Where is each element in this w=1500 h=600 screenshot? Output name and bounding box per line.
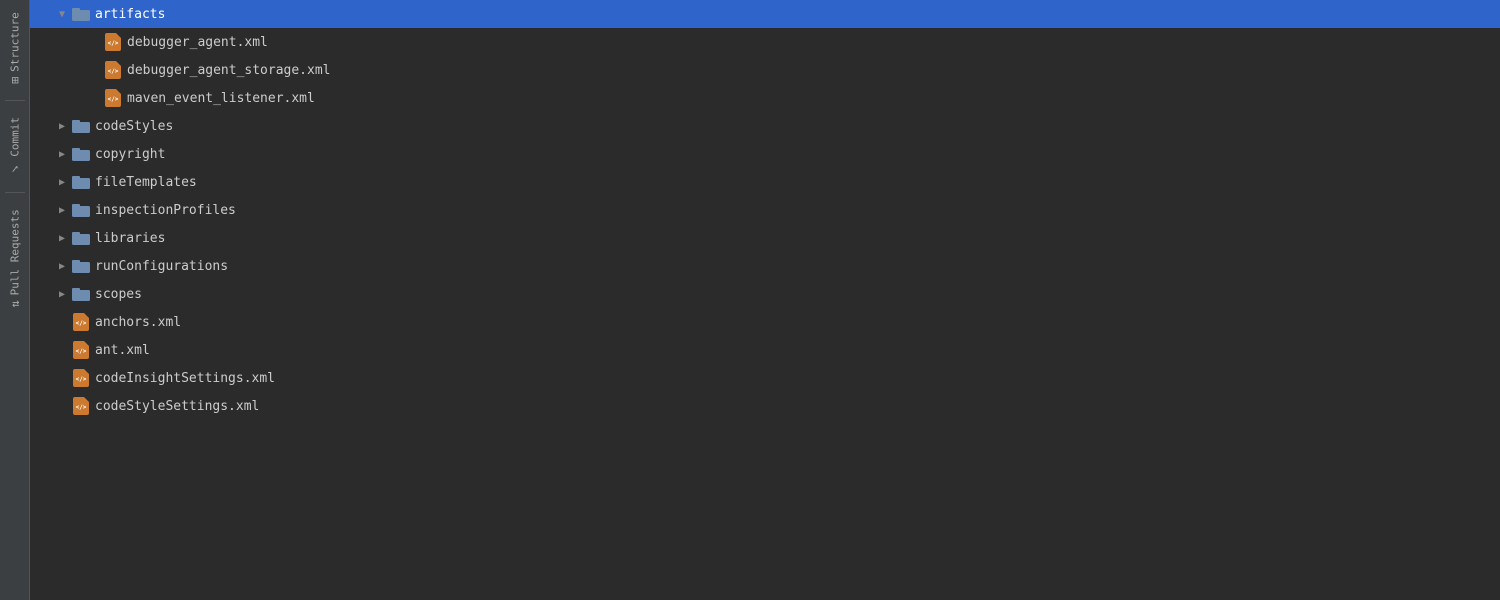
tree-item-fileTemplates[interactable]: fileTemplates — [30, 168, 1500, 196]
item-label-codeInsightSettings-xml: codeInsightSettings.xml — [95, 371, 275, 386]
folder-icon-artifacts — [72, 7, 90, 21]
sidebar-tab-commit[interactable]: ✓ Commit — [2, 105, 28, 188]
file-tree: artifacts </> debugger_agent.xml </> deb… — [30, 0, 1500, 600]
item-label-runConfigurations: runConfigurations — [95, 259, 228, 274]
chevron-runConfigurations — [54, 258, 70, 274]
tab-divider-2 — [5, 192, 25, 193]
chevron-inspectionProfiles — [54, 202, 70, 218]
tree-item-artifacts[interactable]: artifacts — [30, 0, 1500, 28]
tree-item-maven-event-listener-xml[interactable]: </> maven_event_listener.xml — [30, 84, 1500, 112]
xml-icon-anchors: </> — [72, 313, 90, 331]
xml-icon-ant: </> — [72, 341, 90, 359]
tree-item-codeStyleSettings-xml[interactable]: </> codeStyleSettings.xml — [30, 392, 1500, 420]
tree-item-libraries[interactable]: libraries — [30, 224, 1500, 252]
folder-icon-inspectionProfiles — [72, 203, 90, 217]
pull-requests-label: Pull Requests — [8, 209, 21, 295]
tree-item-inspectionProfiles[interactable]: inspectionProfiles — [30, 196, 1500, 224]
item-label-inspectionProfiles: inspectionProfiles — [95, 203, 236, 218]
item-label-artifacts: artifacts — [95, 7, 165, 22]
xml-icon-maven-event-listener: </> — [104, 89, 122, 107]
tree-item-copyright[interactable]: copyright — [30, 140, 1500, 168]
commit-icon: ✓ — [8, 162, 22, 176]
item-label-copyright: copyright — [95, 147, 165, 162]
tree-item-ant-xml[interactable]: </> ant.xml — [30, 336, 1500, 364]
tree-item-runConfigurations[interactable]: runConfigurations — [30, 252, 1500, 280]
tree-item-codeStyles[interactable]: codeStyles — [30, 112, 1500, 140]
item-label-debugger-agent-xml: debugger_agent.xml — [127, 35, 268, 50]
xml-icon-codeInsightSettings: </> — [72, 369, 90, 387]
xml-icon-debugger-agent-storage: </> — [104, 61, 122, 79]
tree-item-scopes[interactable]: scopes — [30, 280, 1500, 308]
item-label-debugger-agent-storage-xml: debugger_agent_storage.xml — [127, 63, 331, 78]
structure-label: Structure — [8, 12, 21, 72]
item-label-scopes: scopes — [95, 287, 142, 302]
tree-item-codeInsightSettings-xml[interactable]: </> codeInsightSettings.xml — [30, 364, 1500, 392]
folder-icon-runConfigurations — [72, 259, 90, 273]
tree-item-anchors-xml[interactable]: </> anchors.xml — [30, 308, 1500, 336]
item-label-fileTemplates: fileTemplates — [95, 175, 197, 190]
folder-icon-codeStyles — [72, 119, 90, 133]
chevron-codeStyles — [54, 118, 70, 134]
pull-requests-icon: ⇅ — [8, 300, 22, 307]
tree-item-debugger-agent-storage-xml[interactable]: </> debugger_agent_storage.xml — [30, 56, 1500, 84]
sidebar-tab-structure[interactable]: ⊞ Structure — [2, 0, 28, 96]
tab-divider-1 — [5, 100, 25, 101]
chevron-artifacts — [54, 6, 70, 22]
folder-icon-libraries — [72, 231, 90, 245]
chevron-fileTemplates — [54, 174, 70, 190]
item-label-ant-xml: ant.xml — [95, 343, 150, 358]
xml-icon-codeStyleSettings: </> — [72, 397, 90, 415]
item-label-libraries: libraries — [95, 231, 165, 246]
item-label-anchors-xml: anchors.xml — [95, 315, 181, 330]
xml-icon-debugger-agent: </> — [104, 33, 122, 51]
chevron-copyright — [54, 146, 70, 162]
item-label-maven-event-listener-xml: maven_event_listener.xml — [127, 91, 315, 106]
item-label-codeStyleSettings-xml: codeStyleSettings.xml — [95, 399, 259, 414]
commit-label: Commit — [8, 117, 21, 157]
tree-item-debugger-agent-xml[interactable]: </> debugger_agent.xml — [30, 28, 1500, 56]
chevron-libraries — [54, 230, 70, 246]
folder-icon-copyright — [72, 147, 90, 161]
item-label-codeStyles: codeStyles — [95, 119, 173, 134]
chevron-scopes — [54, 286, 70, 302]
sidebar-tab-pull-requests[interactable]: ⇅ Pull Requests — [2, 197, 28, 319]
folder-icon-fileTemplates — [72, 175, 90, 189]
structure-icon: ⊞ — [8, 77, 22, 84]
sidebar-tabs: ⊞ Structure ✓ Commit ⇅ Pull Requests — [0, 0, 30, 600]
folder-icon-scopes — [72, 287, 90, 301]
